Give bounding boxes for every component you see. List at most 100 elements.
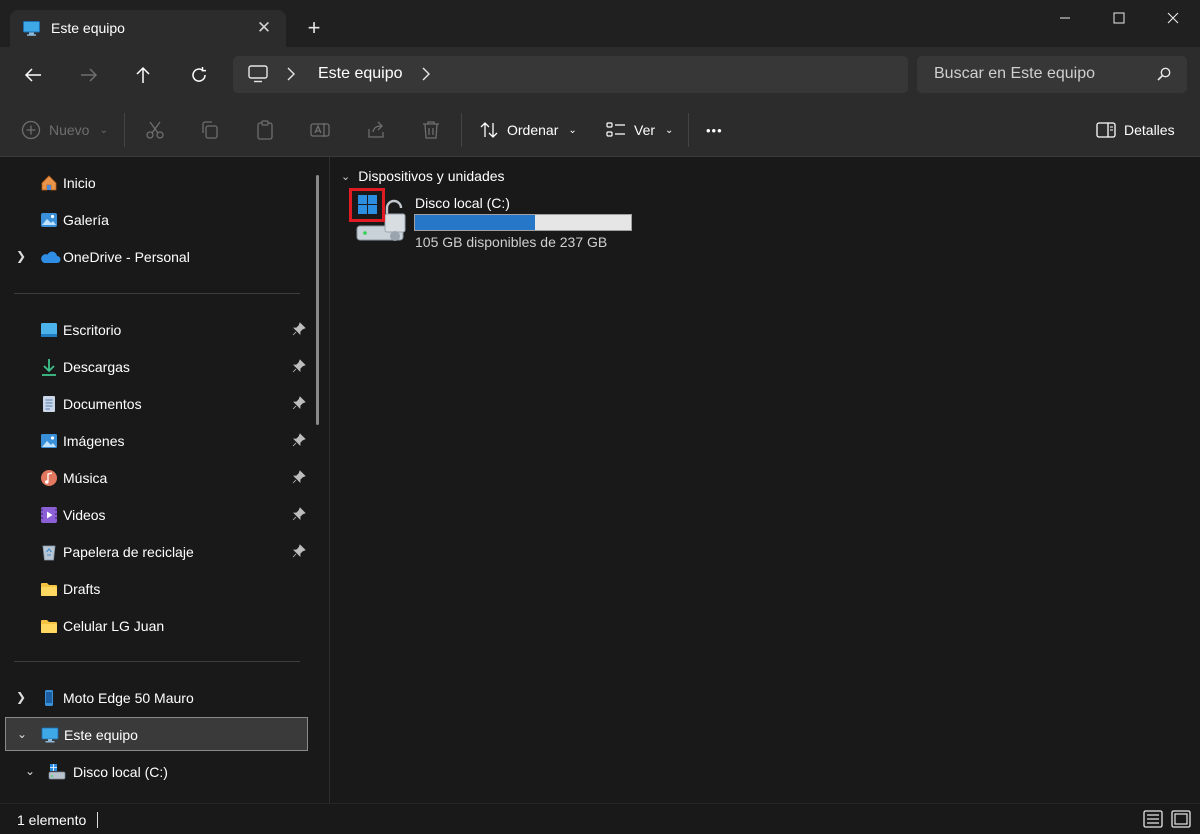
text-cursor xyxy=(97,812,98,828)
search-box[interactable]: Buscar en Este equipo xyxy=(917,56,1187,93)
sidebar-item-moto-edge[interactable]: ❯ Moto Edge 50 Mauro xyxy=(0,681,314,715)
pin-icon[interactable] xyxy=(292,470,306,484)
separator xyxy=(124,113,125,147)
sidebar-item-este-equipo[interactable]: ⌄ Este equipo xyxy=(5,717,308,751)
search-icon xyxy=(1157,67,1171,81)
group-header-devices[interactable]: ⌄ Dispositivos y unidades xyxy=(341,168,505,184)
maximize-button[interactable] xyxy=(1092,0,1146,36)
forward-button[interactable] xyxy=(75,61,103,89)
sidebar-item-imagenes[interactable]: Imágenes xyxy=(0,424,314,458)
back-button[interactable] xyxy=(19,61,47,89)
sidebar-item-label: Imágenes xyxy=(63,433,125,449)
monitor-icon xyxy=(41,727,59,743)
refresh-button[interactable] xyxy=(185,61,213,89)
pictures-icon xyxy=(41,434,57,448)
monitor-icon xyxy=(248,65,268,83)
sidebar-item-drafts[interactable]: Drafts xyxy=(0,572,314,606)
refresh-icon xyxy=(192,67,206,82)
download-icon xyxy=(42,359,56,376)
home-icon xyxy=(41,175,57,191)
folder-icon xyxy=(41,583,57,596)
view-list-icon xyxy=(606,122,625,137)
pin-icon[interactable] xyxy=(292,544,306,558)
arrow-left-icon xyxy=(24,68,41,82)
sidebar-item-inicio[interactable]: Inicio xyxy=(0,166,314,200)
view-button[interactable]: Ver ⌄ xyxy=(606,117,673,143)
arrow-right-icon xyxy=(81,68,98,82)
chevron-down-icon: ⌄ xyxy=(341,170,351,183)
tiles-view-icon xyxy=(1171,810,1191,828)
drive-usage-bar xyxy=(414,214,632,231)
group-title: Dispositivos y unidades xyxy=(358,168,505,184)
highlight-box xyxy=(349,188,385,222)
paste-button[interactable] xyxy=(255,117,275,143)
drive-name: Disco local (C:) xyxy=(415,195,510,211)
new-button[interactable]: Nuevo ⌄ xyxy=(21,117,108,143)
tiles-view-button[interactable] xyxy=(1171,810,1191,828)
desktop-icon xyxy=(41,323,57,337)
folder-icon xyxy=(41,620,57,633)
cut-button[interactable] xyxy=(145,117,165,143)
music-icon xyxy=(41,470,57,486)
new-tab-button[interactable]: + xyxy=(302,17,326,41)
sidebar-item-label: Moto Edge 50 Mauro xyxy=(63,690,194,706)
separator xyxy=(688,113,689,147)
sidebar-item-musica[interactable]: Música xyxy=(0,461,314,495)
details-view-icon xyxy=(1143,810,1163,828)
sidebar-item-documentos[interactable]: Documentos xyxy=(0,387,314,421)
sidebar-scrollbar[interactable] xyxy=(316,175,319,425)
share-button[interactable] xyxy=(366,117,386,143)
sidebar-item-escritorio[interactable]: Escritorio xyxy=(0,313,314,347)
close-window-button[interactable] xyxy=(1146,0,1200,36)
trash-icon xyxy=(423,121,439,139)
pin-icon[interactable] xyxy=(292,396,306,410)
copy-icon xyxy=(202,121,218,139)
sort-button[interactable]: Ordenar ⌄ xyxy=(479,117,577,143)
sidebar-item-galeria[interactable]: Galería xyxy=(0,203,314,237)
sidebar-item-papelera[interactable]: Papelera de reciclaje xyxy=(0,535,314,569)
sidebar-item-label: Disco local (C:) xyxy=(73,764,168,780)
search-input[interactable]: Buscar en Este equipo xyxy=(934,65,1095,83)
sidebar-item-label: OneDrive - Personal xyxy=(63,249,190,265)
sidebar-item-label: Música xyxy=(63,470,108,486)
document-icon xyxy=(43,396,55,412)
status-bar: 1 elemento xyxy=(0,803,1200,834)
navigation-bar: Este equipo Buscar en Este equipo xyxy=(0,47,1200,103)
minimize-button[interactable] xyxy=(1038,0,1092,36)
rename-button[interactable] xyxy=(310,117,330,143)
more-options-button[interactable]: ••• xyxy=(706,117,723,143)
copy-button[interactable] xyxy=(200,117,220,143)
pin-icon[interactable] xyxy=(292,433,306,447)
chevron-down-icon[interactable]: ⌄ xyxy=(15,727,29,741)
chevron-down-icon: ⌄ xyxy=(568,124,577,136)
sidebar-item-label: Galería xyxy=(63,212,109,228)
sort-label: Ordenar xyxy=(507,122,559,138)
chevron-right-icon[interactable]: ❯ xyxy=(14,249,28,263)
breadcrumb-este-equipo[interactable]: Este equipo xyxy=(318,65,403,83)
pin-icon[interactable] xyxy=(292,322,306,336)
close-tab-button[interactable]: ✕ xyxy=(254,18,274,38)
chevron-right-icon[interactable] xyxy=(421,67,431,81)
drive-tile-c[interactable]: Disco local (C:) 105 GB disponibles de 2… xyxy=(349,188,639,250)
sidebar-item-label: Escritorio xyxy=(63,322,122,338)
sidebar-item-disco-local[interactable]: ⌄ Disco local (C:) xyxy=(0,755,314,789)
delete-button[interactable] xyxy=(421,117,441,143)
sidebar-item-descargas[interactable]: Descargas xyxy=(0,350,314,384)
recycle-bin-icon xyxy=(42,545,56,561)
content-pane: ⌄ Dispositivos y unidades Disco local (C… xyxy=(331,157,1200,803)
chevron-down-icon[interactable]: ⌄ xyxy=(23,764,37,778)
chevron-right-icon[interactable] xyxy=(286,67,296,81)
pin-icon[interactable] xyxy=(292,507,306,521)
sidebar-item-videos[interactable]: Videos xyxy=(0,498,314,532)
sidebar-item-onedrive[interactable]: ❯ OneDrive - Personal xyxy=(0,240,314,274)
title-bar: Este equipo ✕ + xyxy=(0,0,1200,48)
details-view-button[interactable] xyxy=(1143,810,1163,828)
navigation-pane: Inicio Galería ❯ OneDrive - Personal Esc… xyxy=(0,157,330,803)
chevron-right-icon[interactable]: ❯ xyxy=(14,690,28,704)
pin-icon[interactable] xyxy=(292,359,306,373)
up-button[interactable] xyxy=(129,61,157,89)
tab-este-equipo[interactable]: Este equipo ✕ xyxy=(10,10,286,48)
details-pane-button[interactable]: Detalles xyxy=(1096,117,1175,143)
address-bar[interactable]: Este equipo xyxy=(233,56,908,93)
sidebar-item-celular-lg-juan[interactable]: Celular LG Juan xyxy=(0,609,314,643)
